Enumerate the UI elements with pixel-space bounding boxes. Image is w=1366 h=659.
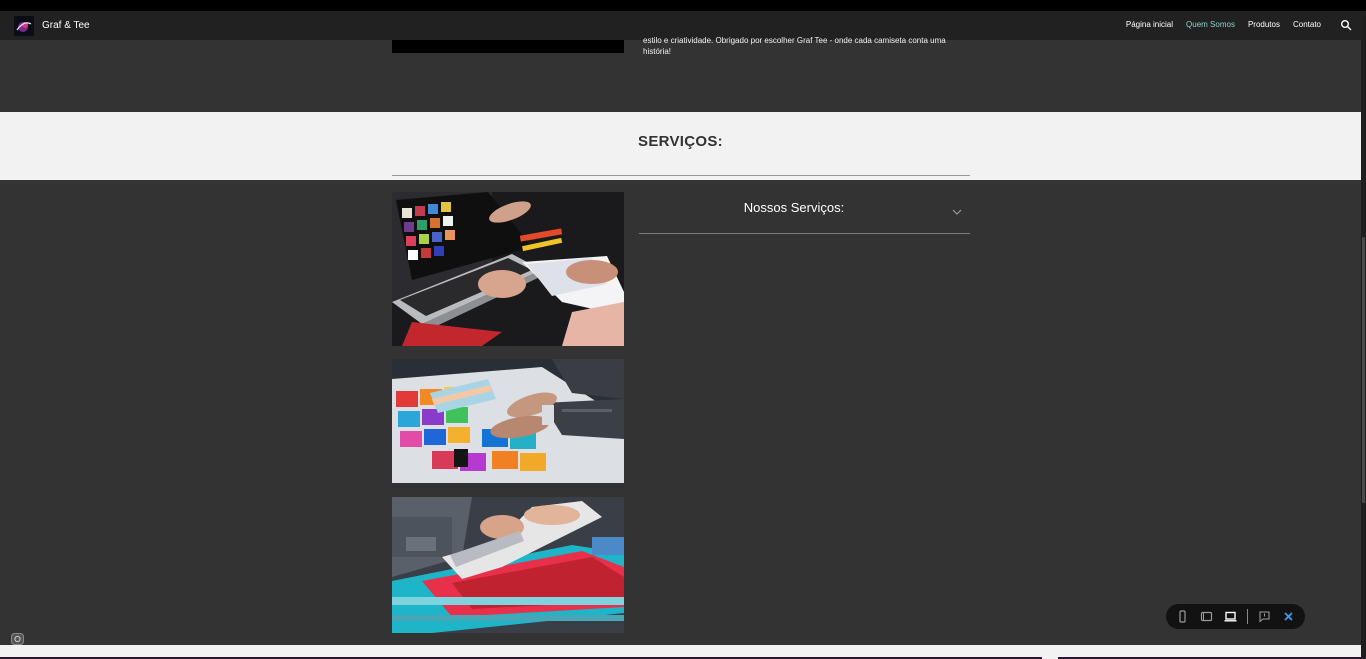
nav-item-about[interactable]: Quem Somos [1186, 20, 1235, 29]
scrollbar-thumb[interactable] [1362, 237, 1365, 503]
close-icon[interactable] [1282, 610, 1295, 623]
services-header: SERVIÇOS: [0, 112, 1361, 180]
camera-icon[interactable] [11, 633, 24, 645]
service-photo-color-swatches [392, 359, 624, 483]
nav-item-contact[interactable]: Contato [1293, 20, 1321, 29]
services-divider [392, 175, 970, 176]
footer-strip [0, 645, 1361, 659]
toolbar-separator [1247, 609, 1248, 624]
scrollbar[interactable] [1361, 11, 1366, 659]
services-title: SERVIÇOS: [638, 133, 723, 150]
mobile-view-icon[interactable] [1176, 610, 1189, 623]
service-photo-design [392, 192, 624, 346]
tablet-view-icon[interactable] [1200, 610, 1213, 623]
about-text: estilo e criatividade. Obrigado por esco… [643, 36, 946, 56]
main-nav: Página inicial Quem Somos Produtos Conta… [1126, 20, 1321, 29]
service-photo-screen-printing [392, 497, 624, 633]
about-image [392, 40, 624, 53]
brand-name[interactable]: Graf & Tee [42, 20, 90, 31]
laptop-view-icon[interactable] [1224, 610, 1237, 623]
search-icon[interactable] [1340, 19, 1352, 31]
browser-top-strip [0, 0, 1366, 11]
services-accordion[interactable]: Nossos Serviços: [639, 192, 970, 234]
nav-item-home[interactable]: Página inicial [1126, 20, 1173, 29]
feedback-icon[interactable] [1258, 610, 1271, 623]
accordion-title[interactable]: Nossos Serviços: [639, 200, 949, 215]
preview-toolbar [1166, 604, 1305, 629]
nav-item-products[interactable]: Produtos [1248, 20, 1280, 29]
chevron-down-icon[interactable] [952, 208, 962, 216]
brand-logo[interactable] [14, 16, 34, 36]
